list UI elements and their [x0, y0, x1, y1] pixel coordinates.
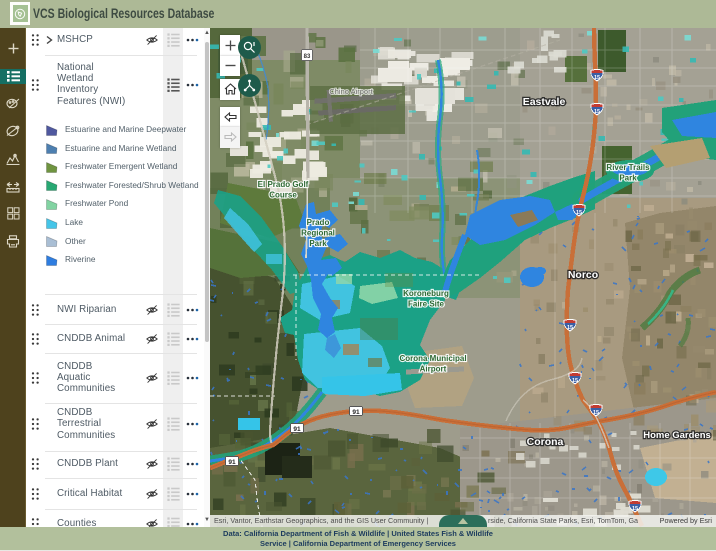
svg-text:Koroneburg: Koroneburg	[403, 289, 449, 298]
svg-text:15: 15	[593, 410, 599, 416]
svg-text:83: 83	[304, 54, 311, 60]
svg-text:Home Gardens: Home Gardens	[643, 430, 711, 441]
svg-text:River Trails: River Trails	[606, 163, 650, 172]
svg-text:91: 91	[352, 409, 360, 416]
svg-text:Course: Course	[269, 191, 297, 200]
svg-text:Airport: Airport	[420, 365, 447, 374]
svg-text:El Prado Golf: El Prado Golf	[258, 180, 309, 189]
svg-text:15: 15	[572, 378, 578, 384]
svg-text:15: 15	[594, 109, 600, 115]
svg-text:15: 15	[632, 506, 638, 512]
svg-text:91: 91	[228, 459, 236, 466]
svg-text:Faire Site: Faire Site	[408, 300, 445, 309]
svg-text:Regional: Regional	[301, 229, 335, 238]
svg-text:15: 15	[567, 325, 573, 331]
svg-text:15: 15	[594, 75, 600, 81]
svg-text:Park: Park	[619, 174, 637, 183]
svg-text:Corona Municipal: Corona Municipal	[399, 354, 466, 363]
svg-text:91: 91	[293, 426, 301, 433]
svg-text:Park: Park	[309, 239, 327, 248]
svg-text:Eastvale: Eastvale	[523, 96, 566, 108]
svg-text:15: 15	[576, 210, 582, 216]
svg-text:Norco: Norco	[568, 269, 598, 281]
svg-text:Prado: Prado	[307, 218, 330, 227]
svg-text:Corona: Corona	[527, 436, 564, 448]
svg-text:Chino Airport: Chino Airport	[329, 87, 373, 96]
